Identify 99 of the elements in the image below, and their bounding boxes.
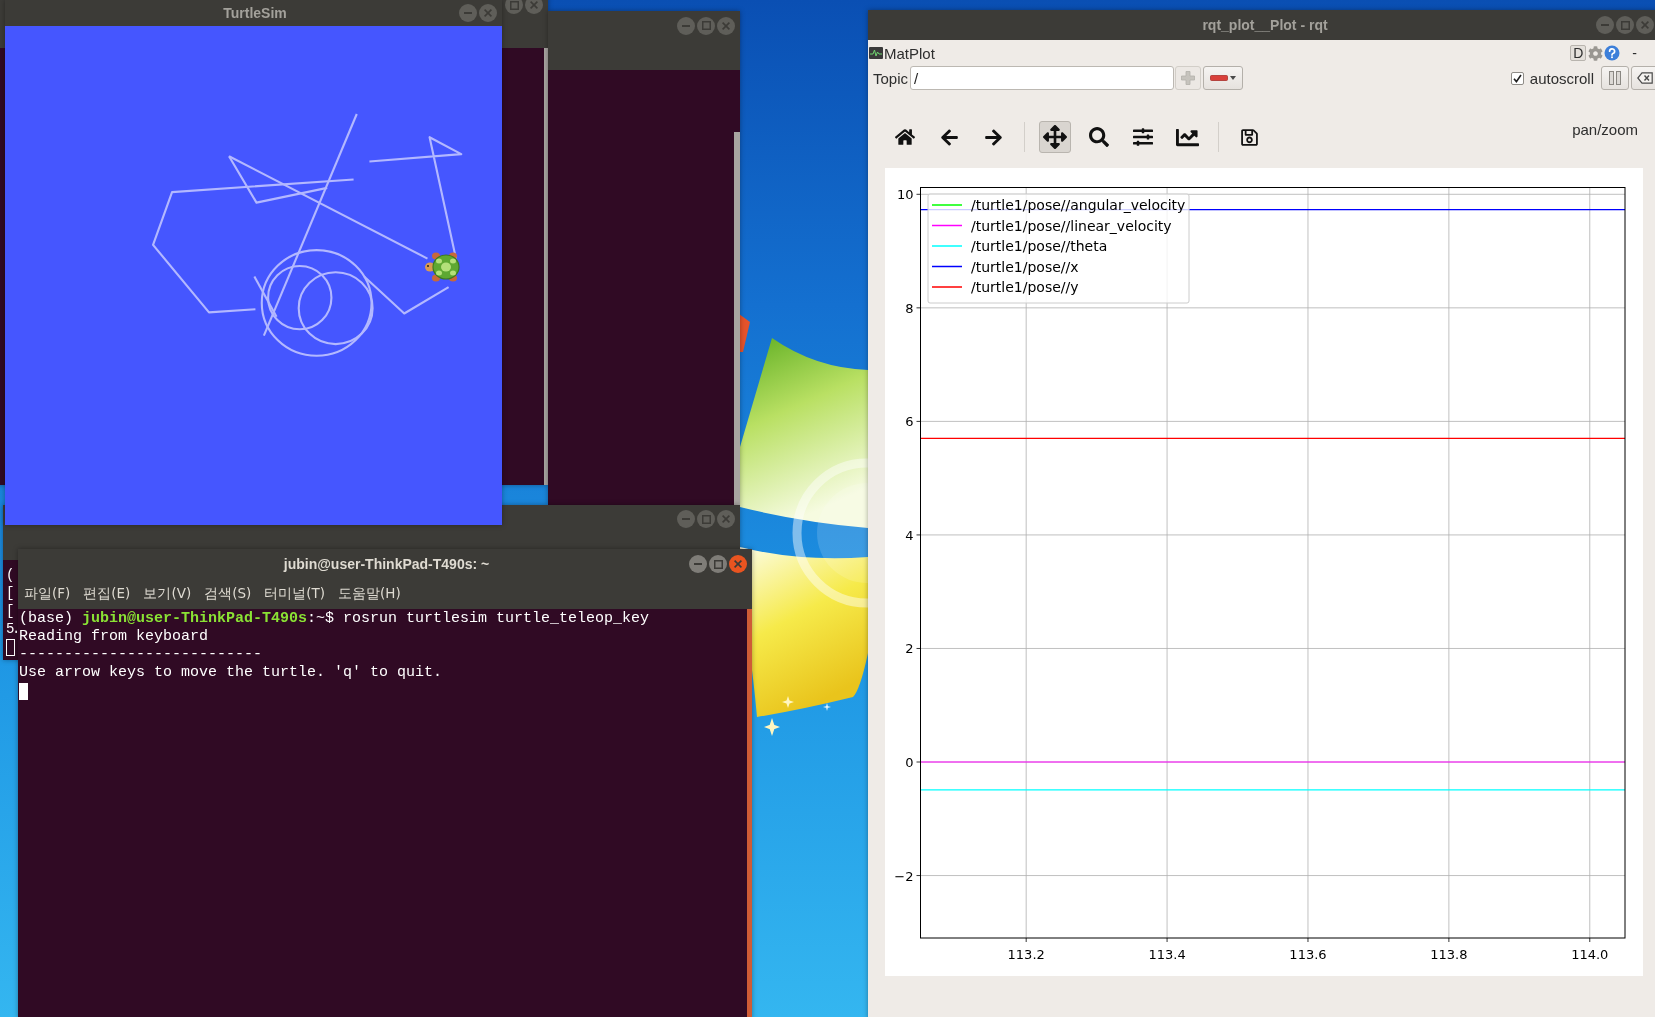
toolbar-message: pan/zoom [1572, 121, 1638, 138]
move-arrows-icon [1043, 125, 1067, 149]
window-title: TurtleSim [223, 5, 287, 21]
close-icon [722, 515, 730, 523]
terminal-line: [ [6, 584, 12, 602]
close-icon [1641, 21, 1649, 29]
terminal-line: Reading from keyboard [19, 628, 209, 646]
maximize-icon [509, 0, 519, 10]
backspace-icon [1637, 72, 1653, 84]
close-button[interactable] [717, 510, 735, 528]
tick-label: 6 [905, 414, 914, 430]
minimize-icon [464, 12, 472, 14]
settings-icon [1587, 45, 1603, 61]
maximize-button[interactable] [697, 510, 715, 528]
minimize-icon [1601, 24, 1609, 26]
dock-button[interactable]: D [1570, 45, 1587, 61]
minimize-icon [694, 563, 702, 565]
terminal-line: 5. [6, 620, 18, 638]
legend-label: /turtle1/pose//x [971, 258, 1079, 275]
help-button[interactable] [1604, 45, 1621, 61]
close-icon [484, 9, 492, 17]
maximize-icon [701, 514, 711, 524]
tick-label: 113.4 [1148, 947, 1186, 962]
tick-label: 2 [905, 641, 914, 657]
legend-label: /turtle1/pose//y [971, 279, 1079, 295]
close-button[interactable] [1636, 16, 1654, 34]
tick-label: −2 [894, 868, 914, 884]
autoscroll-label: autoscroll [1529, 69, 1594, 87]
sliders-icon [1133, 127, 1153, 147]
window-title: jubin@user-ThinkPad-T490s: ~ [283, 556, 490, 572]
maximize-button[interactable] [505, 0, 523, 14]
minimize-button[interactable] [1596, 16, 1614, 34]
legend-label: /turtle1/pose//angular_velocity [971, 197, 1186, 213]
terminal-line: [ [6, 602, 12, 620]
terminal-line: Use arrow keys to move the turtle. 'q' to quit. [19, 664, 443, 682]
scrollbar-thumb[interactable] [734, 132, 740, 505]
remove-button[interactable] [1203, 66, 1244, 90]
clear-button[interactable] [1631, 66, 1655, 90]
minimize-button[interactable] [677, 16, 695, 35]
help-icon [1604, 45, 1621, 61]
dock-minimize-button[interactable]: - [1630, 45, 1639, 61]
tick-label: 8 [905, 300, 914, 316]
close-icon [734, 560, 742, 568]
tick-label: 10 [896, 187, 914, 203]
maximize-button[interactable] [697, 16, 715, 35]
terminal-line: (base) jubin@user-ThinkPad-T490s:~$ rosrun turtlesim turtle_teleop_key [19, 610, 650, 628]
close-icon [722, 21, 730, 30]
scrollbar-thumb[interactable] [544, 48, 548, 485]
terminal-line: ( [6, 566, 12, 584]
legend-label: /turtle1/pose//linear_velocity [971, 217, 1172, 234]
home-icon [895, 127, 915, 147]
maximize-icon [701, 21, 711, 30]
menu-item[interactable]: 도움말(H) [338, 585, 401, 603]
pan-button[interactable] [1039, 121, 1071, 153]
tick-label: 113.8 [1430, 947, 1468, 962]
topic-label: Topic [873, 69, 909, 87]
close-button[interactable] [525, 0, 543, 14]
menu-item[interactable]: 보기(V) [143, 585, 192, 603]
menu-item[interactable]: 편집(E) [83, 585, 131, 603]
plot-icon [869, 47, 883, 59]
plugin-title: MatPlot [884, 44, 935, 62]
magnifier-icon [1089, 127, 1109, 147]
tick-label: 0 [905, 755, 914, 770]
minimize-icon [682, 24, 690, 27]
minimize-button[interactable] [459, 4, 477, 22]
tick-label: 113.6 [1289, 947, 1327, 962]
close-button[interactable] [729, 555, 747, 573]
close-button[interactable] [717, 16, 735, 35]
plus-icon [1181, 71, 1196, 85]
turtle-icon [425, 251, 461, 283]
minimize-button[interactable] [677, 510, 695, 528]
minimize-button[interactable] [689, 555, 707, 573]
menu-item[interactable]: 터미널(T) [264, 585, 326, 603]
right-arrow-icon [983, 127, 1003, 147]
maximize-icon [1620, 20, 1630, 30]
tick-label: 114.0 [1571, 947, 1609, 962]
tick-label: 4 [905, 527, 914, 543]
pause-button[interactable] [1601, 66, 1629, 90]
window-title: rqt_plot__Plot - rqt [1202, 17, 1328, 33]
tick-label: 113.2 [1007, 947, 1045, 962]
maximize-icon [713, 559, 723, 569]
pause-icon [1609, 71, 1621, 85]
left-arrow-icon [939, 127, 959, 147]
checkmark-icon [1512, 73, 1522, 83]
maximize-button[interactable] [1616, 16, 1634, 34]
close-button[interactable] [479, 4, 497, 22]
close-icon [530, 1, 538, 9]
menu-item[interactable]: 파일(F) [24, 585, 71, 603]
legend-label: /turtle1/pose//theta [971, 238, 1108, 254]
minimize-icon [682, 518, 690, 520]
terminal-line: --------------------------- [19, 646, 263, 664]
settings-button[interactable] [1587, 45, 1604, 61]
caret-icon [1230, 76, 1237, 80]
topic-input[interactable]: / [910, 66, 1175, 90]
maximize-button[interactable] [709, 555, 727, 573]
menu-item[interactable]: 검색(S) [204, 585, 252, 603]
autoscroll-checkbox[interactable] [1510, 71, 1524, 85]
minus-icon [1210, 75, 1229, 81]
scrollbar-thumb[interactable] [747, 609, 752, 1017]
